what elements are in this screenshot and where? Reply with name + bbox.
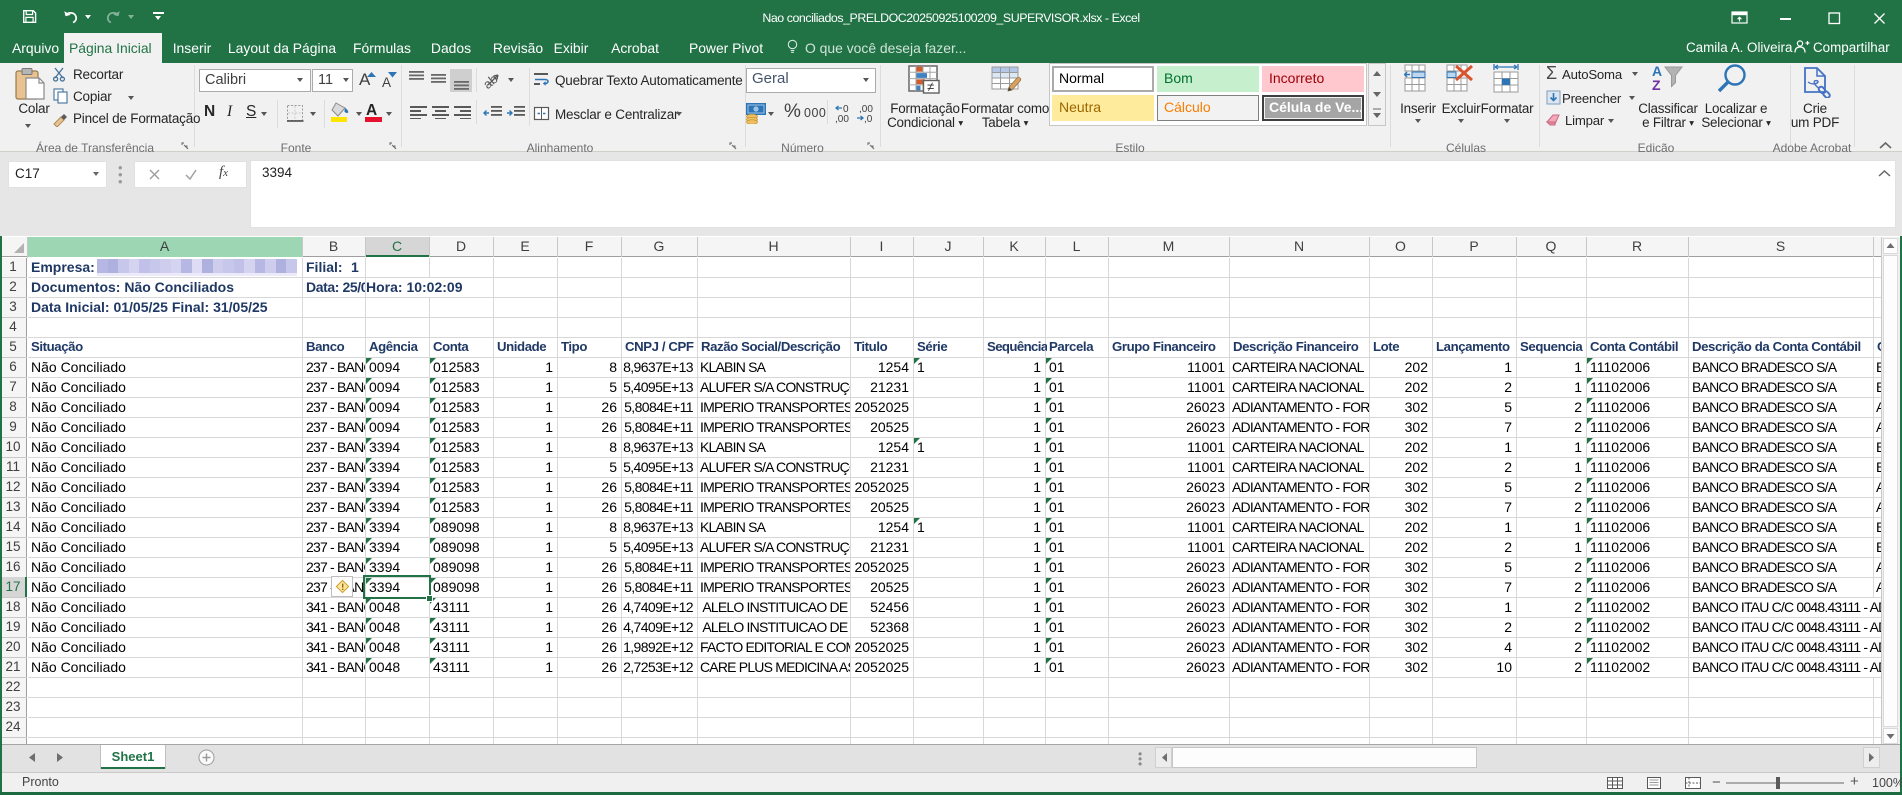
svg-text:≠: ≠ — [927, 79, 934, 94]
svg-text:,0: ,0 — [864, 114, 873, 124]
svg-text:,00: ,00 — [835, 114, 849, 124]
